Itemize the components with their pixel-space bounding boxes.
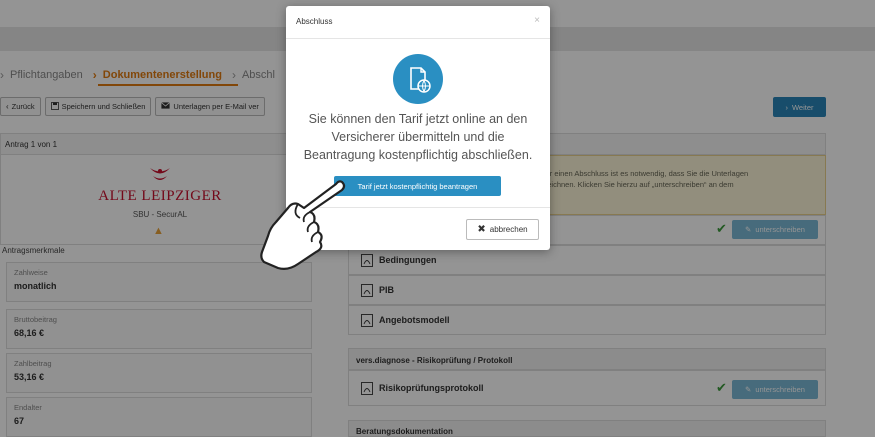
pointing-hand-icon (260, 180, 346, 270)
close-icon: ✖ (477, 224, 486, 235)
dialog-title: Abschluss (286, 6, 550, 39)
document-globe-icon (393, 54, 443, 104)
dialog-message: Sie können den Tarif jetzt online an den… (303, 112, 533, 162)
close-icon[interactable]: × (532, 15, 542, 27)
apply-tariff-button[interactable]: Tarif jetzt kostenpflichtig beantragen (334, 176, 501, 196)
cancel-button[interactable]: ✖ abbrechen (466, 219, 539, 240)
